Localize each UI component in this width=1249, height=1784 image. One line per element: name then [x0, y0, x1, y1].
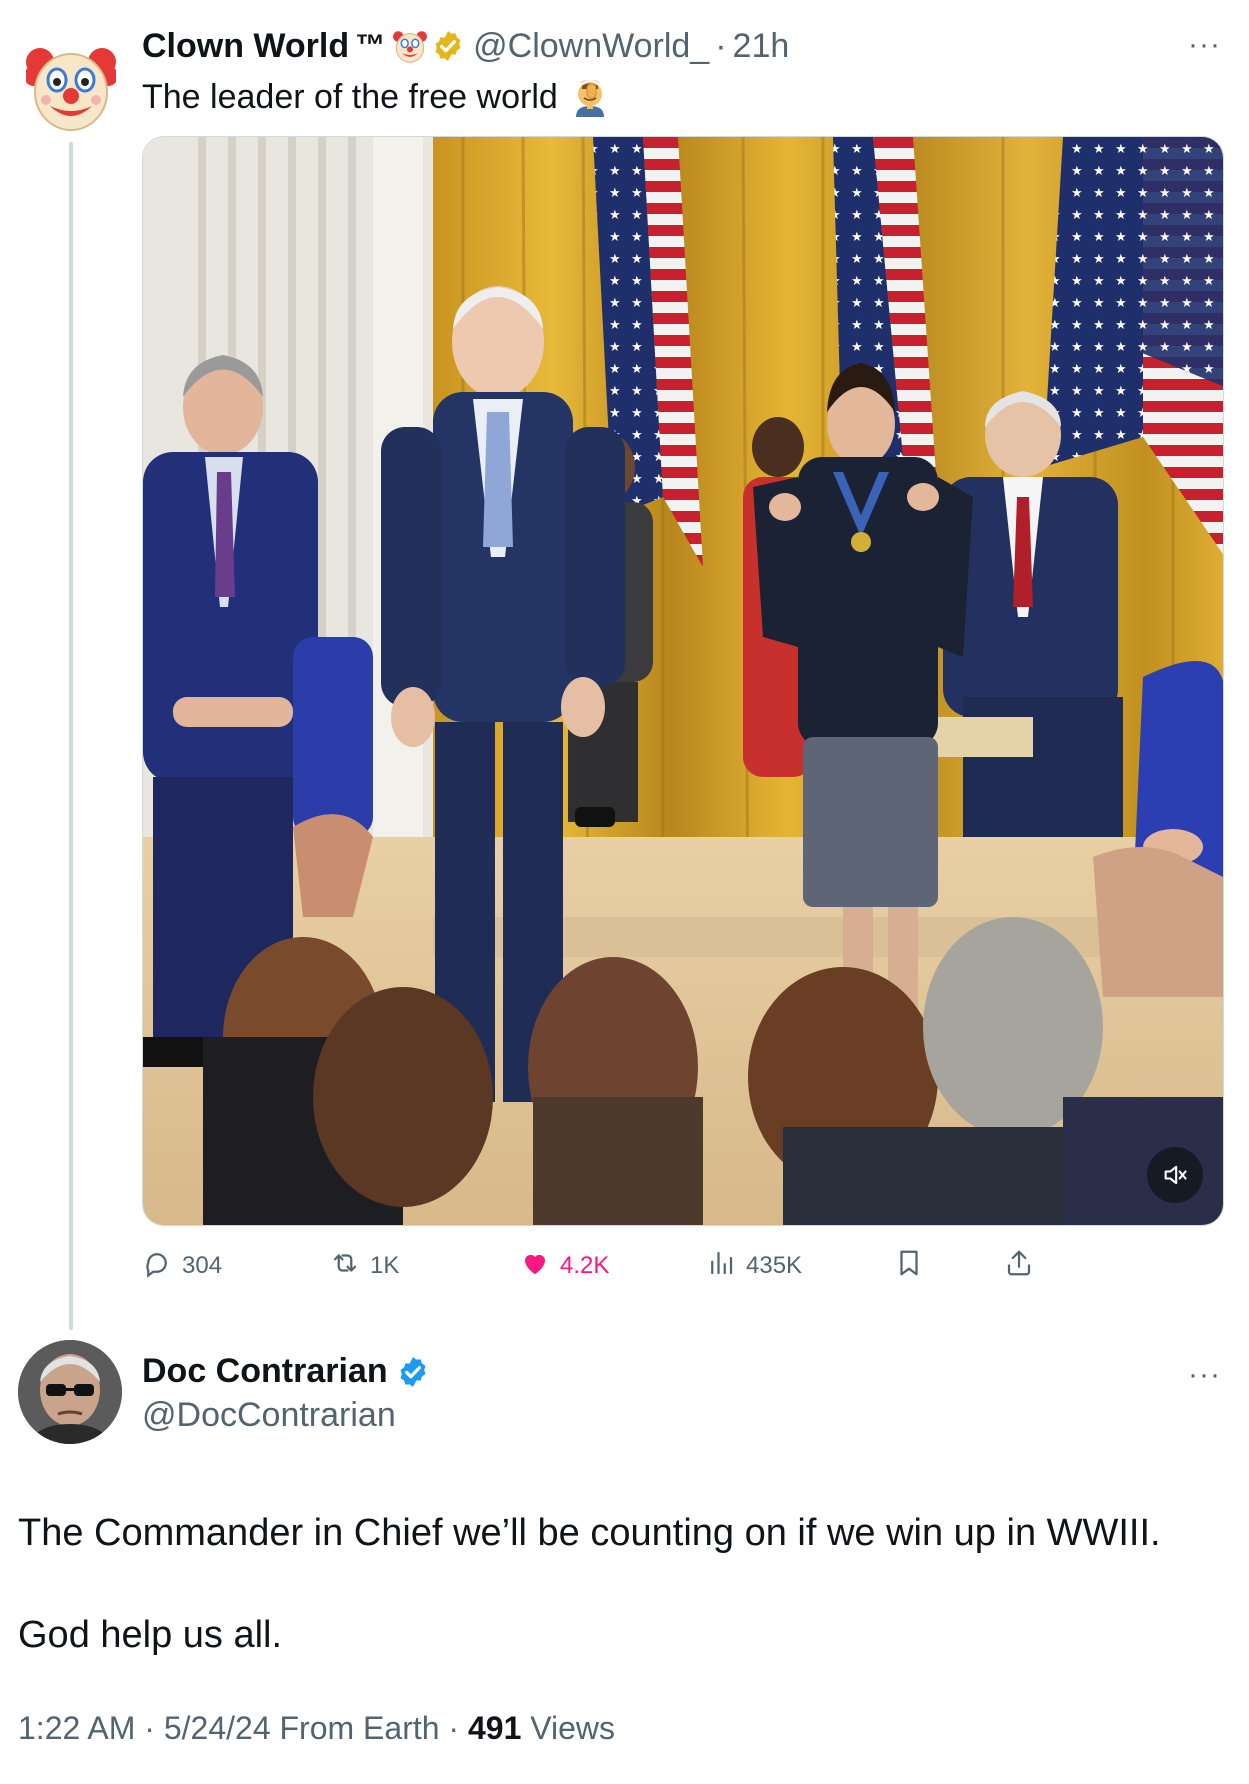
trademark-symbol: ™: [355, 29, 386, 62]
views-label: Views: [530, 1710, 616, 1746]
separator-dot: ·: [715, 26, 727, 65]
verified-gold-badge-icon: [431, 29, 465, 63]
parent-tweet[interactable]: Clown World ™ @ClownWorld_ · 21h ··· The…: [0, 0, 1249, 1330]
thread-connector: [69, 142, 73, 1330]
bookmark-button[interactable]: [894, 1244, 934, 1288]
clown-face-icon: [393, 29, 428, 63]
tweet-video[interactable]: ★: [142, 136, 1224, 1226]
user-handle[interactable]: @DocContrarian: [142, 1396, 396, 1435]
tweet-text-content: The leader of the free world: [142, 78, 558, 116]
reply-icon: [142, 1248, 182, 1285]
repost-count: 1K: [370, 1252, 400, 1279]
separator-dot: ·: [448, 1710, 460, 1746]
views-count: 435K: [746, 1252, 803, 1279]
reply-paragraph: God help us all.: [18, 1614, 283, 1656]
reply-metadata: 1:22 AM · 5/24/24 From Earth · 491 Views: [18, 1710, 615, 1747]
like-count: 4.2K: [560, 1252, 610, 1279]
analytics-bar-icon: [706, 1248, 746, 1285]
like-button[interactable]: 4.2K: [520, 1244, 609, 1288]
tweet-actions: 304 1K 4.2K 435K: [142, 1244, 1224, 1288]
share-button[interactable]: [1004, 1244, 1044, 1288]
more-options-button[interactable]: ···: [1188, 1360, 1221, 1390]
reply-count: 304: [182, 1252, 223, 1279]
facepalm-icon: [570, 77, 610, 117]
tweet-header: Clown World ™ @ClownWorld_ · 21h: [142, 22, 789, 70]
heart-filled-icon: [520, 1248, 560, 1285]
reply-button[interactable]: 304: [142, 1244, 222, 1288]
reply-source: From Earth: [279, 1710, 440, 1746]
doc-avatar[interactable]: [18, 1340, 122, 1444]
bookmark-icon: [894, 1248, 934, 1285]
repost-icon: [330, 1248, 370, 1285]
volume-muted-icon: [1161, 1161, 1189, 1189]
repost-button[interactable]: 1K: [330, 1244, 399, 1288]
reply-date[interactable]: 5/24/24: [164, 1710, 271, 1746]
tweet-text: The leader of the free world: [142, 74, 610, 120]
share-upload-icon: [1004, 1248, 1044, 1285]
reply-time[interactable]: 1:22 AM: [18, 1710, 135, 1746]
display-name[interactable]: Doc Contrarian: [142, 1352, 388, 1391]
separator-dot: ·: [144, 1710, 155, 1746]
reply-author-name[interactable]: Doc Contrarian: [142, 1352, 430, 1391]
mute-toggle-button[interactable]: [1147, 1147, 1203, 1203]
clown-avatar[interactable]: [24, 42, 118, 132]
reply-text: The Commander in Chief we’ll be counting…: [18, 1508, 1228, 1712]
display-name[interactable]: Clown World: [142, 27, 349, 66]
reply-paragraph: The Commander in Chief we’ll be counting…: [18, 1512, 1161, 1554]
tweet-timestamp[interactable]: 21h: [733, 27, 790, 66]
verified-blue-badge-icon: [396, 1355, 430, 1389]
video-frame: ★: [143, 137, 1223, 1225]
views-button[interactable]: 435K: [706, 1244, 802, 1288]
views-count: 491: [467, 1710, 522, 1746]
user-handle[interactable]: @ClownWorld_: [473, 27, 709, 66]
more-options-button[interactable]: ···: [1188, 30, 1221, 60]
